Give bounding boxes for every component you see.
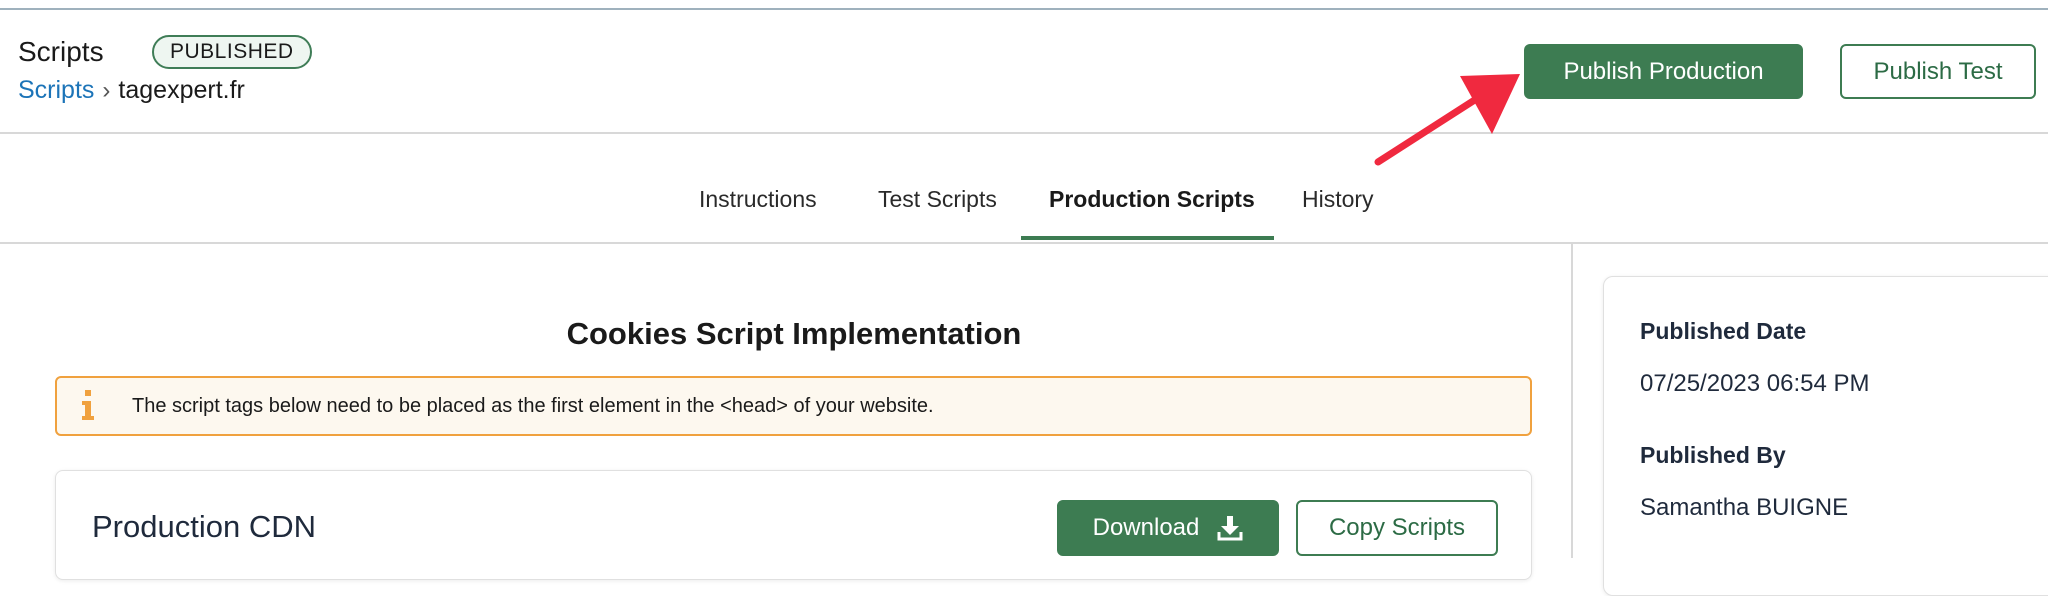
publish-production-button[interactable]: Publish Production: [1524, 44, 1803, 99]
breadcrumb-current: tagexpert.fr: [118, 76, 245, 104]
status-badge: PUBLISHED: [152, 35, 312, 69]
published-date-value: 07/25/2023 06:54 PM: [1640, 370, 1870, 397]
card-title: Production CDN: [92, 509, 316, 544]
published-date-label: Published Date: [1640, 318, 1807, 344]
info-banner: The script tags below need to be placed …: [55, 376, 1532, 436]
breadcrumb-separator-icon: ›: [102, 77, 111, 104]
breadcrumb-scripts-link[interactable]: Scripts: [18, 76, 94, 104]
download-icon: [1217, 516, 1243, 541]
section-title: Cookies Script Implementation: [566, 316, 1022, 351]
panel-divider: [1571, 244, 1573, 558]
publish-info-panel: Published Date 07/25/2023 06:54 PM Publi…: [1603, 276, 2048, 596]
info-message: The script tags below need to be placed …: [132, 395, 934, 417]
page-header: Scripts PUBLISHED Scripts › tagexpert.fr P…: [0, 10, 2048, 134]
info-icon: [82, 390, 94, 420]
tab-instructions[interactable]: Instructions: [699, 186, 817, 213]
breadcrumb: Scripts › tagexpert.fr: [18, 76, 245, 105]
publish-test-button[interactable]: Publish Test: [1840, 44, 2036, 99]
published-by-label: Published By: [1640, 442, 1786, 468]
download-label: Download: [1092, 514, 1200, 541]
copy-scripts-button[interactable]: Copy Scripts: [1296, 500, 1498, 556]
tab-production-scripts[interactable]: Production Scripts: [1049, 186, 1255, 213]
page-title: Scripts: [18, 36, 104, 67]
published-by-value: Samantha BUIGNE: [1640, 494, 1849, 521]
active-tab-indicator: [1021, 236, 1274, 240]
tab-test-scripts[interactable]: Test Scripts: [878, 186, 997, 213]
production-cdn-card: Production CDN Download Copy Scripts: [55, 470, 1532, 580]
download-button[interactable]: Download: [1057, 500, 1279, 556]
tab-bar: Instructions Test Scripts Production Scr…: [0, 134, 2048, 244]
tab-history[interactable]: History: [1302, 186, 1374, 213]
